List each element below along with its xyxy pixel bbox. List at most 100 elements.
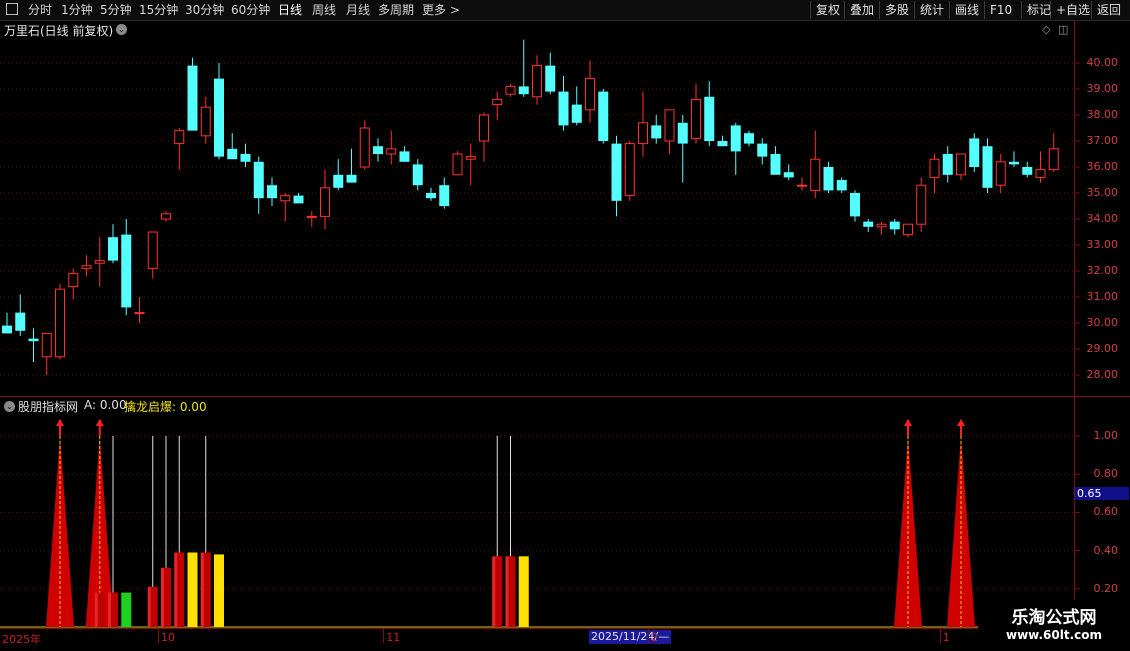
indicator-a-value: A: 0.00 bbox=[84, 398, 127, 412]
candle-body-up bbox=[280, 195, 291, 202]
candle-body-up bbox=[359, 127, 370, 168]
signal-bar-highlight bbox=[94, 592, 98, 627]
candle-body-up bbox=[916, 184, 927, 225]
candle-body-down bbox=[545, 65, 556, 92]
signal-bar-highlight bbox=[108, 592, 111, 627]
candle-body-down bbox=[889, 221, 900, 230]
candle-body-up bbox=[174, 130, 185, 145]
candle-body-up bbox=[147, 231, 158, 269]
candle-body-down bbox=[439, 185, 450, 206]
date-tick bbox=[939, 629, 941, 643]
arrow-up-icon bbox=[904, 419, 912, 426]
candle-body-down bbox=[267, 185, 277, 199]
candle-body-up bbox=[306, 215, 317, 218]
date-tick bbox=[383, 629, 385, 643]
candle-body-down bbox=[214, 78, 224, 157]
candle-body-down bbox=[942, 154, 953, 175]
indicator-tick-label: 0.20 bbox=[1093, 581, 1119, 595]
price-tick-label: 39.00 bbox=[1086, 82, 1119, 95]
date-label: 10 bbox=[161, 631, 175, 644]
candle-body-up bbox=[638, 122, 648, 145]
indicator-tick-label: 0.40 bbox=[1093, 543, 1119, 557]
indicator-b-value: 擒龙启爆: 0.00 bbox=[124, 400, 207, 414]
date-tick bbox=[158, 629, 159, 643]
candle-body-down bbox=[823, 167, 834, 191]
signal-bar-highlight bbox=[161, 567, 164, 627]
candle-body-up bbox=[929, 158, 940, 178]
price-tick-label: 32.00 bbox=[1086, 264, 1119, 277]
date-label: 2025年 bbox=[2, 633, 41, 646]
candle-body-down bbox=[28, 338, 39, 342]
date-tick bbox=[648, 629, 650, 643]
candle-body-up bbox=[386, 148, 397, 155]
candle-body-up bbox=[585, 78, 595, 111]
candle-body-up bbox=[479, 114, 489, 142]
indicator-name: 股朋指标网 bbox=[18, 400, 79, 414]
candle-body-down bbox=[518, 86, 529, 95]
price-tick-label: 37.00 bbox=[1086, 134, 1119, 147]
candle-body-down bbox=[770, 154, 781, 175]
candle-body-up bbox=[161, 213, 171, 220]
candle-body-up bbox=[1048, 148, 1059, 171]
candle-body-down bbox=[187, 65, 198, 131]
candle-body-up bbox=[903, 223, 913, 236]
candle-body-down bbox=[982, 146, 993, 188]
kline-chart[interactable] bbox=[0, 0, 1130, 650]
candle-body-down bbox=[850, 193, 860, 217]
candle-body-down bbox=[717, 141, 728, 147]
signal-bar bbox=[121, 592, 132, 627]
price-tick-label: 31.00 bbox=[1086, 290, 1119, 303]
candle-body-up bbox=[624, 143, 635, 197]
candle-body-down bbox=[253, 161, 264, 199]
candle-body-down bbox=[969, 138, 980, 167]
candle-body-down bbox=[1009, 161, 1019, 165]
candle-body-down bbox=[611, 143, 622, 201]
candle-body-up bbox=[41, 332, 52, 358]
arrow-up-icon bbox=[957, 419, 965, 426]
indicator-cursor-value: 0.65 bbox=[1075, 487, 1129, 500]
candle-body-up bbox=[492, 98, 503, 106]
signal-bar-highlight bbox=[147, 586, 151, 627]
candle-body-down bbox=[227, 148, 238, 160]
date-label: 2 bbox=[651, 631, 659, 644]
signal-bar-highlight bbox=[200, 552, 204, 627]
arrow-up-icon bbox=[56, 419, 64, 426]
candle-body-down bbox=[412, 164, 423, 186]
candle-body-down bbox=[558, 91, 569, 126]
candle-body-up bbox=[797, 184, 807, 187]
price-tick-label: 29.00 bbox=[1086, 342, 1119, 355]
candle-body-up bbox=[810, 158, 821, 191]
candle-body-up bbox=[956, 153, 966, 176]
date-axis: 2025/11/24/— 2025年 10 11 2 1 bbox=[0, 628, 1074, 651]
candle-body-up bbox=[134, 312, 145, 315]
indicator-tick-label: 0.80 bbox=[1093, 467, 1119, 481]
candle-body-up bbox=[68, 273, 79, 288]
price-tick-label: 36.00 bbox=[1086, 160, 1119, 173]
candle-body-down bbox=[863, 221, 874, 227]
candle-body-up bbox=[532, 65, 542, 98]
chevron-down-icon[interactable]: ⌄ bbox=[4, 401, 15, 412]
candle-body-up bbox=[465, 156, 476, 160]
price-tick-label: 34.00 bbox=[1086, 212, 1119, 225]
candle-body-down bbox=[240, 154, 251, 162]
indicator-tick-label: 0.60 bbox=[1093, 505, 1119, 519]
candle-body-down bbox=[783, 172, 794, 178]
candle-body-down bbox=[598, 91, 609, 141]
candle-body-down bbox=[373, 146, 383, 154]
candle-body-down bbox=[571, 104, 582, 123]
candle-body-up bbox=[81, 265, 92, 269]
price-tick-label: 38.00 bbox=[1086, 108, 1119, 121]
candle-body-up bbox=[1035, 169, 1046, 178]
candle-body-up bbox=[664, 109, 675, 142]
signal-bar bbox=[214, 554, 224, 627]
signal-bar bbox=[518, 556, 529, 627]
signal-bar-highlight bbox=[174, 552, 178, 627]
candle-body-down bbox=[704, 96, 715, 141]
candle-body-up bbox=[995, 161, 1006, 186]
candle-body-down bbox=[121, 234, 132, 308]
watermark-title: 乐淘公式网 bbox=[1011, 608, 1097, 628]
candle-body-down bbox=[15, 312, 26, 331]
candle-body-up bbox=[505, 85, 516, 95]
candle-body-up bbox=[452, 153, 463, 176]
candle-body-down bbox=[677, 122, 688, 144]
